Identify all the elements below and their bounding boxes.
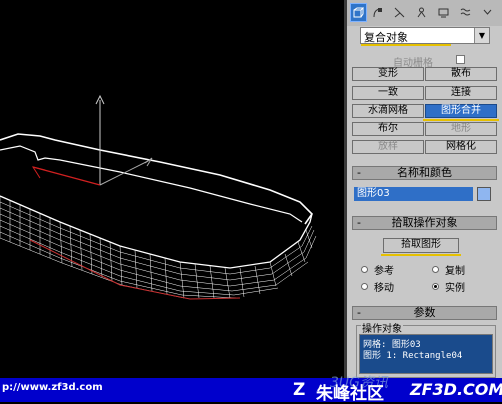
pick-shape-button[interactable]: 拾取图形 — [383, 238, 459, 253]
terrain-button[interactable]: 地形 — [425, 122, 497, 136]
auto-grid-checkbox[interactable] — [456, 55, 465, 64]
copy-radio[interactable] — [432, 266, 439, 273]
conform-button[interactable]: 一致 — [352, 86, 424, 100]
operands-label: 操作对象 — [361, 320, 403, 335]
connect-button[interactable]: 连接 — [425, 86, 497, 100]
pick-operand-rollout-header[interactable]: - 拾取操作对象 — [352, 216, 497, 230]
move-label: 移动 — [374, 283, 394, 294]
modify-icon[interactable] — [369, 3, 386, 22]
object-color-swatch[interactable] — [477, 187, 491, 201]
pick-operand-title: 拾取操作对象 — [391, 216, 458, 229]
operands-list[interactable]: 网格: 图形03 图形 1: Rectangle04 — [359, 334, 493, 374]
create-icon[interactable] — [350, 3, 367, 22]
utilities-icon[interactable] — [457, 3, 474, 22]
loft-button[interactable]: 放样 — [352, 140, 424, 154]
site-logo: Z — [293, 380, 306, 400]
wireframe-mesh — [0, 94, 317, 300]
parameters-rollout-header[interactable]: - 参数 — [352, 306, 497, 320]
dropdown-value: 复合对象 — [364, 31, 408, 44]
site-domain: ZF3D.COM — [410, 380, 502, 399]
instance-radio[interactable] — [432, 283, 439, 290]
display-icon[interactable] — [435, 3, 452, 22]
object-name-field[interactable]: 图形03 — [354, 187, 473, 201]
mesher-button[interactable]: 网格化 — [425, 140, 497, 154]
viewport-perspective[interactable] — [0, 0, 344, 378]
site-url: p://www.zf3d.com — [2, 382, 103, 393]
instance-label: 实例 — [445, 283, 465, 294]
copy-label: 复制 — [445, 266, 465, 277]
list-item[interactable]: 图形 1: Rectangle04 — [363, 348, 462, 361]
object-category-dropdown[interactable]: 复合对象 ▼ — [360, 27, 490, 44]
command-panel: 复合对象 ▼ 自动栅格 变形 散布 一致 连接 水滴网格 图形合并 布尔 地形 … — [347, 0, 502, 378]
reference-label: 参考 — [374, 266, 394, 277]
hierarchy-icon[interactable] — [391, 3, 408, 22]
shapemerge-button[interactable]: 图形合并 — [425, 104, 497, 118]
boolean-button[interactable]: 布尔 — [352, 122, 424, 136]
chevron-down-icon[interactable]: ▼ — [474, 28, 489, 43]
scatter-button[interactable]: 散布 — [425, 67, 497, 81]
reference-radio[interactable] — [361, 266, 368, 273]
chevron-down-icon[interactable] — [479, 3, 496, 22]
blobmesh-button[interactable]: 水滴网格 — [352, 104, 424, 118]
parameters-title: 参数 — [413, 306, 436, 319]
move-radio[interactable] — [361, 283, 368, 290]
annotation-underline — [361, 44, 451, 46]
annotation-underline — [381, 254, 461, 256]
name-color-title: 名称和颜色 — [397, 166, 452, 179]
annotation-underline — [423, 119, 499, 121]
name-color-rollout-header[interactable]: - 名称和颜色 — [352, 166, 497, 180]
motion-icon[interactable] — [413, 3, 430, 22]
watermark-footer: p://www.zf3d.com 3UG资讯 Z 朱峰社区 ZF3D.COM — [0, 375, 502, 404]
command-panel-tabs — [347, 0, 502, 26]
site-name: 朱峰社区 — [316, 384, 384, 404]
morph-button[interactable]: 变形 — [352, 67, 424, 81]
